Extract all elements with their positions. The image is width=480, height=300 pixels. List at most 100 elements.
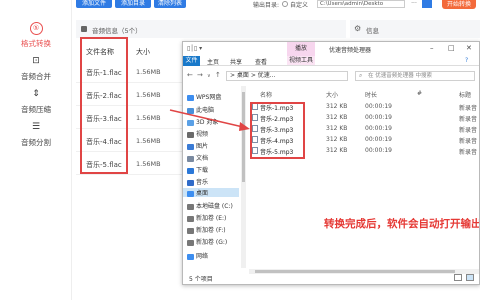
nav-item-drive-e[interactable]: 新加卷 (E:) [187, 213, 226, 222]
sidebar-item-split[interactable]: ☰ 音频分割 [0, 121, 72, 148]
recent-icon[interactable]: ∨ [207, 73, 211, 79]
column-header-duration[interactable]: 时长 [365, 90, 377, 99]
sidebar-item-merge[interactable]: ⊡ 音频合并 [0, 55, 72, 82]
add-file-button[interactable]: 添加文件 [76, 0, 112, 8]
file-duration: 00:00:19 [365, 125, 392, 132]
scrollbar-thumb[interactable] [242, 92, 245, 182]
sidebar-item-compress[interactable]: ⇕ 音频压缩 [0, 88, 72, 115]
close-icon[interactable]: ✕ [466, 44, 472, 52]
nav-item-this-pc[interactable]: 此电脑 [187, 105, 214, 114]
download-icon [187, 167, 194, 174]
address-row: ← → ∨ ↑ > 桌面 > 优速... ⌕ 在 优速音频处理器 中搜索 [183, 70, 479, 82]
sidebar-item-label: 格式转换 [21, 39, 51, 48]
file-duration: 00:00:19 [365, 147, 392, 154]
drive-icon [187, 239, 194, 246]
tab-share[interactable]: 共享 [230, 57, 242, 66]
file-size: 312 KB [326, 125, 348, 132]
output-dir-label: 输出目录: [253, 2, 280, 9]
custom-dir-radio[interactable] [282, 1, 288, 7]
column-header-number[interactable]: # [417, 90, 422, 97]
tab-home[interactable]: 主页 [207, 57, 219, 66]
file-size: 312 KB [326, 114, 348, 121]
browse-button[interactable]: ··· [409, 0, 419, 8]
nav-label: 新加卷 (F:) [196, 227, 226, 234]
file-duration: 00:00:19 [365, 103, 392, 110]
maximize-icon[interactable]: □ [448, 44, 455, 52]
file-size: 312 KB [326, 103, 348, 110]
tab-file[interactable]: 文件 [183, 56, 200, 66]
file-title: 新录音 [459, 116, 478, 123]
info-header: ⚙ 信息 [350, 20, 480, 38]
open-folder-icon[interactable] [422, 0, 432, 8]
toolbar: 添加文件 添加目录 清除列表 输出目录: 自定义 C:\Users\admin\… [72, 0, 480, 15]
clear-list-button[interactable]: 清除列表 [154, 0, 186, 8]
nav-label: 桌面 [196, 190, 209, 197]
audio-list-title: 音频信息（5个） [92, 27, 142, 35]
minimize-icon[interactable]: – [430, 44, 434, 52]
sidebar-item-label: 音频合并 [21, 72, 51, 81]
nav-item-wps[interactable]: WPS网盘 [187, 92, 221, 101]
list-icon [81, 26, 87, 32]
scrollbar-thumb[interactable] [255, 270, 455, 273]
nav-label: 新加卷 (G:) [196, 239, 228, 246]
nav-label: 视频 [196, 131, 209, 138]
navigation-pane: WPS网盘 此电脑 3D 对象 视频 图片 文档 下载 音乐 桌面 本地磁盘 (… [183, 88, 239, 268]
nav-item-downloads[interactable]: 下载 [187, 165, 208, 174]
music-icon [187, 179, 194, 186]
nav-item-network[interactable]: 网络 [187, 251, 208, 260]
large-icons-view-icon[interactable] [466, 274, 474, 281]
manage-tab[interactable]: 播放 [287, 42, 315, 56]
forward-icon[interactable]: → [197, 71, 203, 79]
nav-item-3d[interactable]: 3D 对象 [187, 117, 218, 126]
sidebar-item-convert[interactable]: ⑤ 格式转换 [0, 22, 72, 49]
column-header-size: 大小 [136, 48, 150, 56]
source-files-highlight [80, 37, 128, 174]
start-convert-button[interactable]: 开始转换 [442, 0, 476, 9]
nav-item-drive-g[interactable]: 新加卷 (G:) [187, 237, 227, 246]
audio-list-header: 音频信息（5个） [76, 20, 346, 38]
network-icon [187, 253, 194, 260]
document-icon [187, 155, 194, 162]
search-placeholder: 在 优速音频处理器 中搜索 [368, 73, 432, 79]
list-item-size: 1.56MB [136, 160, 161, 168]
nav-label: 本地磁盘 (C:) [196, 203, 233, 210]
file-duration: 00:00:19 [365, 114, 392, 121]
output-files-highlight [250, 102, 305, 159]
merge-icon: ⊡ [32, 56, 40, 66]
video-icon [187, 131, 194, 138]
sidebar-item-label: 音频压缩 [21, 105, 51, 114]
nav-item-drive-c[interactable]: 本地磁盘 (C:) [187, 201, 233, 210]
address-bar[interactable]: > 桌面 > 优速... [226, 71, 348, 81]
picture-icon [187, 143, 194, 150]
gear-icon: ⚙ [354, 24, 362, 33]
nav-item-music[interactable]: 音乐 [187, 177, 208, 186]
add-folder-button[interactable]: 添加目录 [115, 0, 151, 8]
desktop-icon [187, 190, 194, 197]
cloud-icon [187, 94, 194, 101]
nav-item-videos[interactable]: 视频 [187, 129, 208, 138]
drive-icon [187, 215, 194, 222]
file-title: 新录音 [459, 105, 478, 112]
horizontal-scrollbar[interactable] [249, 269, 479, 274]
nav-item-drive-f[interactable]: 新加卷 (F:) [187, 225, 226, 234]
tab-view[interactable]: 查看 [255, 57, 267, 66]
drive-icon [187, 227, 194, 234]
column-header-title[interactable]: 标题 [459, 90, 471, 99]
column-header-size[interactable]: 大小 [326, 90, 338, 99]
nav-item-desktop[interactable]: 桌面 [183, 188, 239, 197]
info-title: 信息 [366, 27, 379, 35]
tab-video-tools[interactable]: 视频工具 [287, 56, 315, 65]
up-icon[interactable]: ↑ [215, 71, 221, 79]
output-path-field[interactable]: C:\Users\admin\Deskto [317, 0, 405, 8]
nav-scrollbar[interactable] [241, 86, 246, 268]
details-view-icon[interactable] [454, 274, 462, 281]
compress-icon: ⇕ [32, 89, 40, 99]
back-icon[interactable]: ← [187, 71, 193, 79]
quick-access-icon[interactable]: ▯│▯ ▾ [187, 45, 202, 52]
nav-item-pictures[interactable]: 图片 [187, 141, 208, 150]
help-icon[interactable]: ? [465, 57, 468, 64]
nav-item-documents[interactable]: 文档 [187, 153, 208, 162]
file-size: 312 KB [326, 147, 348, 154]
search-input[interactable]: ⌕ 在 优速音频处理器 中搜索 [355, 71, 475, 81]
column-header-name[interactable]: 名称 [260, 90, 272, 99]
